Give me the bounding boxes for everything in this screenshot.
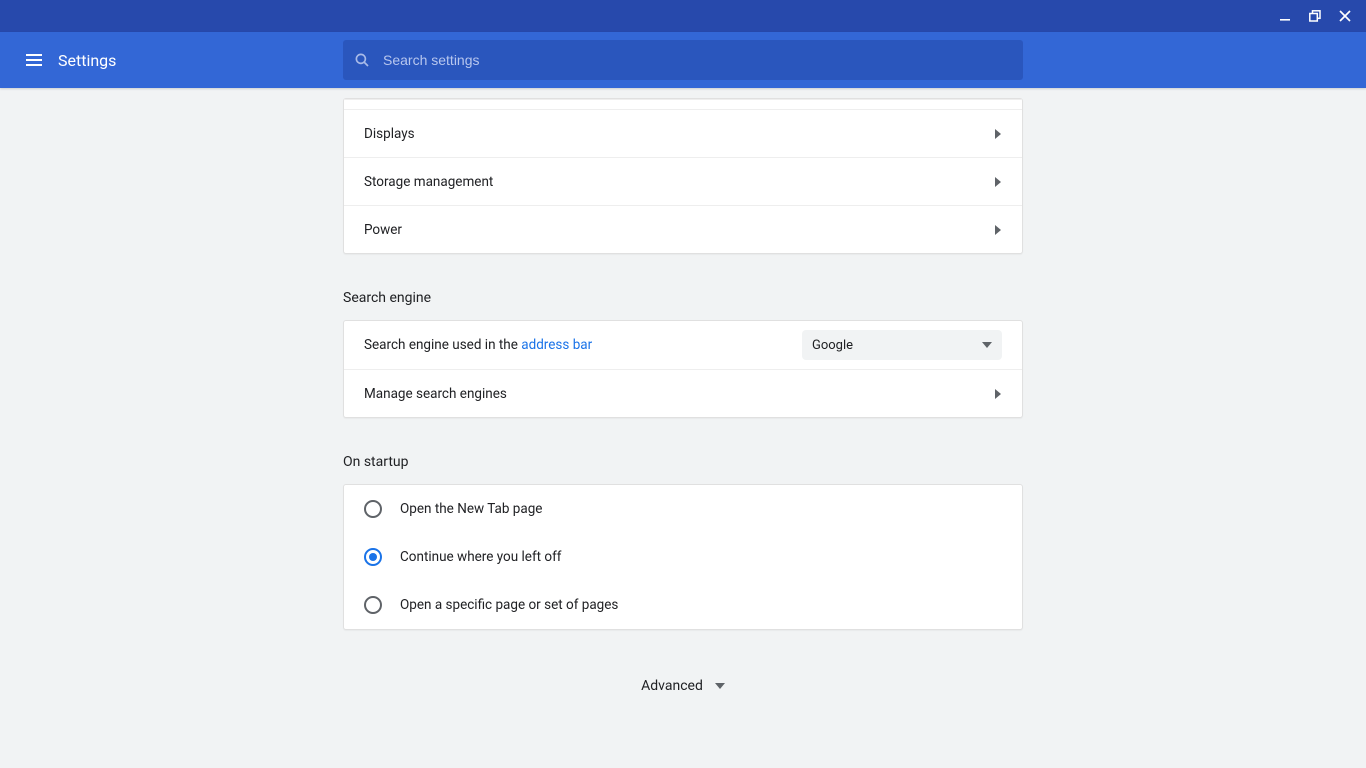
chevron-right-icon	[994, 389, 1002, 399]
settings-content: Displays Storage management Power Search…	[343, 88, 1023, 734]
window-restore-button[interactable]	[1300, 0, 1330, 32]
search-engine-dropdown[interactable]: Google	[802, 330, 1002, 360]
option-label: Open the New Tab page	[400, 501, 542, 517]
chevron-right-icon	[994, 177, 1002, 187]
page-title: Settings	[58, 51, 116, 70]
row-label: Power	[364, 222, 402, 238]
search-engine-card: Search engine used in the address bar Go…	[343, 320, 1023, 418]
radio-icon	[364, 548, 382, 566]
address-bar-link[interactable]: address bar	[521, 337, 592, 353]
search-input[interactable]	[371, 51, 1013, 69]
window-minimize-button[interactable]	[1270, 0, 1300, 32]
device-section-card: Displays Storage management Power	[343, 98, 1023, 254]
radio-icon	[364, 596, 382, 614]
dropdown-value: Google	[812, 338, 853, 353]
row-label-prefix: Search engine used in the	[364, 337, 521, 353]
on-startup-card: Open the New Tab page Continue where you…	[343, 484, 1023, 630]
storage-management-row[interactable]: Storage management	[344, 157, 1022, 205]
startup-option-continue[interactable]: Continue where you left off	[344, 533, 1022, 581]
search-field[interactable]	[343, 40, 1023, 80]
chevron-down-icon	[715, 683, 725, 689]
row-label: Search engine used in the address bar	[364, 337, 592, 353]
advanced-expander[interactable]: Advanced	[343, 678, 1023, 694]
menu-button[interactable]	[10, 36, 58, 84]
startup-option-new-tab[interactable]: Open the New Tab page	[344, 485, 1022, 533]
row-label: Displays	[364, 126, 415, 142]
power-row[interactable]: Power	[344, 205, 1022, 253]
option-label: Open a specific page or set of pages	[400, 597, 618, 613]
manage-search-engines-row[interactable]: Manage search engines	[344, 369, 1022, 417]
option-label: Continue where you left off	[400, 549, 562, 565]
window-close-button[interactable]	[1330, 0, 1360, 32]
clipped-row	[344, 99, 1022, 109]
dropdown-arrow-icon	[982, 342, 992, 348]
row-label: Storage management	[364, 174, 493, 190]
search-engine-section-title: Search engine	[343, 290, 1023, 306]
displays-row[interactable]: Displays	[344, 109, 1022, 157]
radio-icon	[364, 500, 382, 518]
startup-option-specific[interactable]: Open a specific page or set of pages	[344, 581, 1022, 629]
chevron-right-icon	[994, 225, 1002, 235]
on-startup-section-title: On startup	[343, 454, 1023, 470]
advanced-label: Advanced	[641, 678, 703, 694]
search-engine-row: Search engine used in the address bar Go…	[344, 321, 1022, 369]
window-titlebar	[0, 0, 1366, 32]
menu-icon	[24, 50, 44, 70]
row-label: Manage search engines	[364, 386, 507, 402]
search-icon	[353, 51, 371, 69]
app-toolbar: Settings	[0, 32, 1366, 88]
chevron-right-icon	[994, 129, 1002, 139]
